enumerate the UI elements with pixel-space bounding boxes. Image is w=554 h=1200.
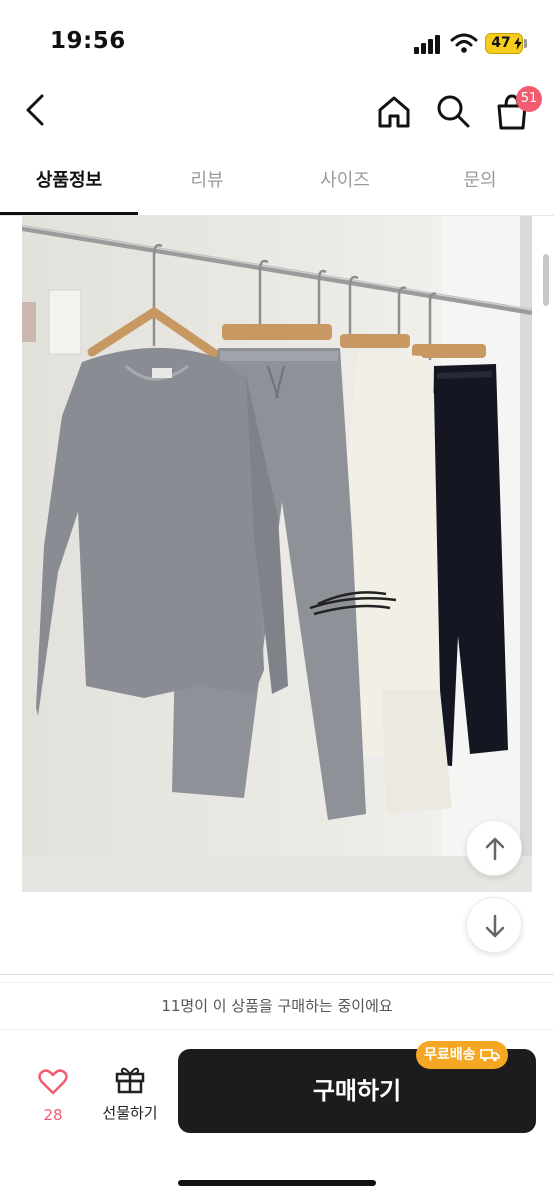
scroll-down-button[interactable]	[466, 897, 522, 953]
tab-size[interactable]: 사이즈	[276, 158, 414, 214]
buying-now-notice: 11명이 이 상품을 구매하는 중이에요	[0, 982, 554, 1030]
tab-product-info[interactable]: 상품정보	[0, 158, 138, 214]
gift-button[interactable]: 선물하기	[96, 1064, 164, 1128]
like-button[interactable]: 28	[26, 1066, 80, 1130]
wifi-icon	[450, 33, 478, 53]
divider	[0, 974, 554, 975]
gift-icon	[115, 1067, 145, 1094]
product-image	[22, 216, 532, 892]
top-navigation	[0, 84, 554, 138]
status-time: 19:56	[50, 28, 126, 54]
heart-icon	[38, 1069, 68, 1095]
free-shipping-badge: 무료배송	[416, 1041, 508, 1069]
status-bar: 19:56 47	[0, 0, 554, 84]
like-count: 28	[43, 1106, 63, 1124]
product-photo-illustration	[22, 216, 532, 892]
home-indicator	[178, 1180, 376, 1186]
search-icon[interactable]	[432, 90, 474, 132]
battery-level: 47	[491, 35, 511, 51]
product-tabs: 상품정보 리뷰 사이즈 문의	[0, 158, 554, 216]
scroll-up-icon	[485, 837, 505, 861]
scroll-down-icon	[485, 914, 505, 938]
free-shipping-label: 무료배송	[424, 1047, 476, 1063]
battery-icon: 47	[485, 33, 523, 54]
truck-icon	[479, 1049, 500, 1062]
scroll-up-button[interactable]	[466, 820, 522, 876]
home-icon[interactable]	[374, 92, 414, 132]
back-arrow-icon[interactable]	[20, 90, 54, 130]
cart-count-badge: 51	[516, 86, 542, 112]
active-tab-indicator	[0, 212, 138, 215]
signal-icon	[414, 34, 444, 54]
gift-label: 선물하기	[102, 1104, 158, 1122]
scrollbar[interactable]	[543, 254, 549, 306]
battery-tip	[524, 39, 527, 48]
tab-inquiry[interactable]: 문의	[411, 158, 549, 214]
tab-reviews[interactable]: 리뷰	[138, 158, 276, 214]
